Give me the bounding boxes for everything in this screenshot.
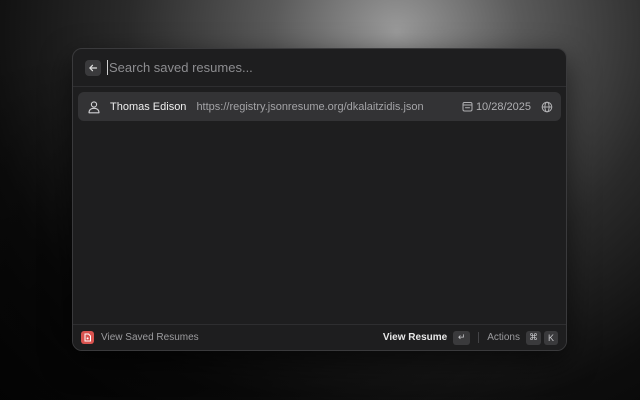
k-key-hint: K bbox=[544, 330, 558, 345]
back-button[interactable] bbox=[85, 59, 101, 76]
person-icon bbox=[87, 100, 101, 114]
arrow-left-icon bbox=[89, 64, 98, 71]
resume-list: Thomas Edison https://registry.jsonresum… bbox=[73, 87, 566, 121]
view-resume-button[interactable]: View Resume bbox=[383, 332, 447, 343]
enter-key-hint: ↵ bbox=[453, 330, 471, 345]
footer-divider bbox=[478, 332, 480, 343]
actions-button[interactable]: Actions bbox=[487, 332, 520, 343]
footer-title: View Saved Resumes bbox=[101, 332, 199, 343]
globe-icon bbox=[541, 101, 553, 113]
search-bar bbox=[73, 49, 566, 87]
date-accessory: 10/28/2025 bbox=[462, 101, 531, 113]
list-item[interactable]: Thomas Edison https://registry.jsonresum… bbox=[78, 92, 561, 121]
item-date: 10/28/2025 bbox=[475, 100, 531, 113]
item-title: Thomas Edison bbox=[110, 100, 187, 113]
calendar-icon bbox=[462, 101, 473, 112]
item-subtitle: https://registry.jsonresume.org/dkalaitz… bbox=[196, 100, 424, 113]
action-bar: View Saved Resumes View Resume ↵ Actions… bbox=[73, 324, 566, 350]
launcher-window: Thomas Edison https://registry.jsonresum… bbox=[72, 48, 567, 351]
resume-app-icon bbox=[81, 331, 94, 344]
command-key-hint: ⌘ bbox=[526, 330, 541, 345]
search-input[interactable] bbox=[107, 60, 554, 75]
